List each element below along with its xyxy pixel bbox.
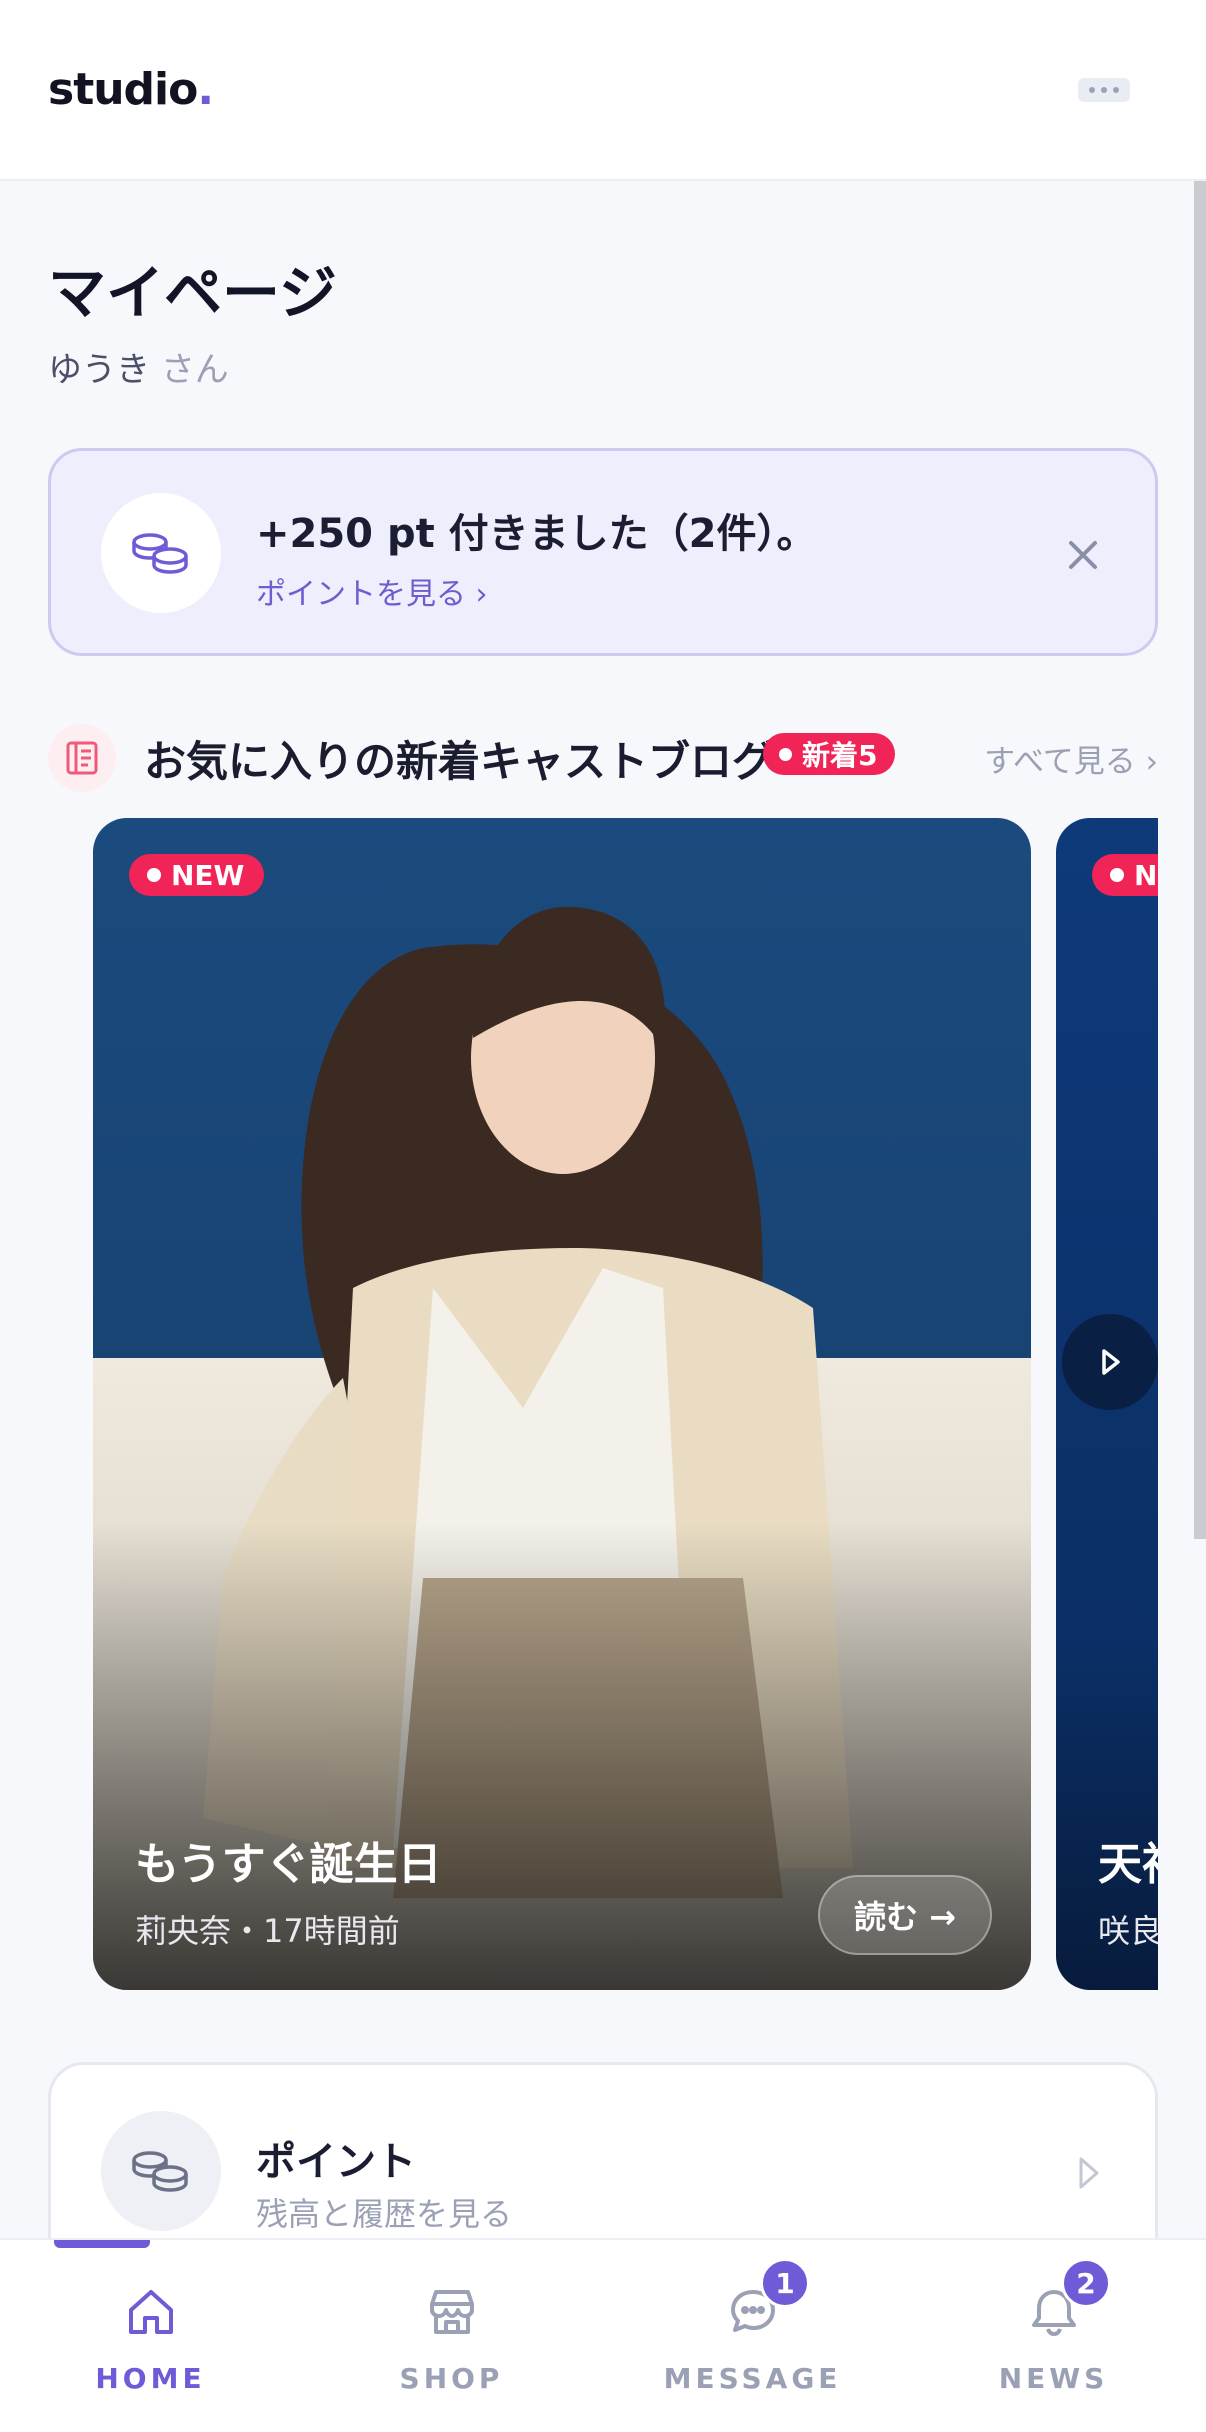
user-suffix: さん (160, 350, 229, 390)
tab-label: NEWS (998, 2362, 1109, 2395)
chevron-right-icon (1102, 1349, 1120, 1375)
unread-badge: 1 (760, 2258, 810, 2308)
close-icon[interactable] (1061, 533, 1105, 577)
points-title: ポイント (256, 2139, 416, 2185)
user-name: ゆうき (48, 350, 150, 390)
new-badge-label: N (1134, 858, 1158, 892)
blog-section-header: お気に入りの新着キャストブログ 新着5 すべて見る › (48, 718, 1158, 792)
blog-card-title: もうすぐ誕生日 (135, 1839, 442, 1890)
tab-home[interactable]: HOME (0, 2240, 301, 2432)
cast-photo (93, 818, 1031, 1990)
see-all-link[interactable]: すべて見る › (984, 736, 1158, 781)
logo[interactable]: studio. (48, 64, 214, 115)
tab-label: SHOP (399, 2362, 504, 2395)
carousel-next-button[interactable] (1062, 1314, 1158, 1410)
more-menu-button[interactable] (1078, 78, 1130, 102)
new-count-badge: 新着5 (763, 733, 896, 775)
new-badge-label: NEW (171, 858, 245, 892)
notice-title: +250 pt 付きました（2件）。 (256, 511, 817, 557)
tab-shop[interactable]: SHOP (301, 2240, 602, 2432)
blog-card-meta: 咲良 (1098, 1912, 1158, 1950)
points-subtitle: 残高と履歴を見る (256, 2195, 513, 2233)
blog-card-meta: 莉央奈・17時間前 (135, 1912, 400, 1950)
unread-badge: 2 (1061, 2258, 1111, 2308)
new-badge: N (1092, 854, 1158, 896)
logo-dot: . (197, 64, 214, 115)
read-button[interactable]: 読む → (818, 1875, 992, 1955)
tab-label: HOME (95, 2362, 206, 2395)
section-title: お気に入りの新着キャストブログ (144, 737, 775, 786)
active-tab-indicator (54, 2240, 150, 2248)
blog-card[interactable]: NEW もうすぐ誕生日 莉央奈・17時間前 読む → (93, 818, 1031, 1990)
coins-icon (101, 2111, 221, 2231)
tab-news[interactable]: 2 NEWS (903, 2240, 1204, 2432)
page-title: マイページ (48, 259, 337, 327)
view-points-link[interactable]: ポイントを見る › (256, 569, 488, 613)
bottom-tab-bar: HOME SHOP 1 MESSAGE 2 NEWS (0, 2238, 1206, 2432)
blog-card-title: 天神 (1098, 1839, 1158, 1890)
shop-icon (422, 2282, 482, 2342)
tab-message[interactable]: 1 MESSAGE (602, 2240, 903, 2432)
blog-carousel[interactable]: NEW もうすぐ誕生日 莉央奈・17時間前 読む → N 天神 咲良 (48, 818, 1158, 1998)
coins-icon (101, 493, 221, 613)
user-greeting: ゆうき さん (48, 342, 229, 391)
tab-label: MESSAGE (663, 2362, 842, 2395)
new-count-label: 新着5 (802, 739, 878, 772)
home-icon (121, 2282, 181, 2342)
new-badge: NEW (129, 854, 265, 896)
app-header: studio. (0, 0, 1206, 181)
logo-text: studio (48, 64, 198, 115)
blog-icon (48, 724, 116, 792)
chevron-right-icon (1073, 2153, 1103, 2197)
scrollbar[interactable] (1194, 181, 1206, 1539)
points-notice-banner: +250 pt 付きました（2件）。 ポイントを見る › (48, 448, 1158, 656)
